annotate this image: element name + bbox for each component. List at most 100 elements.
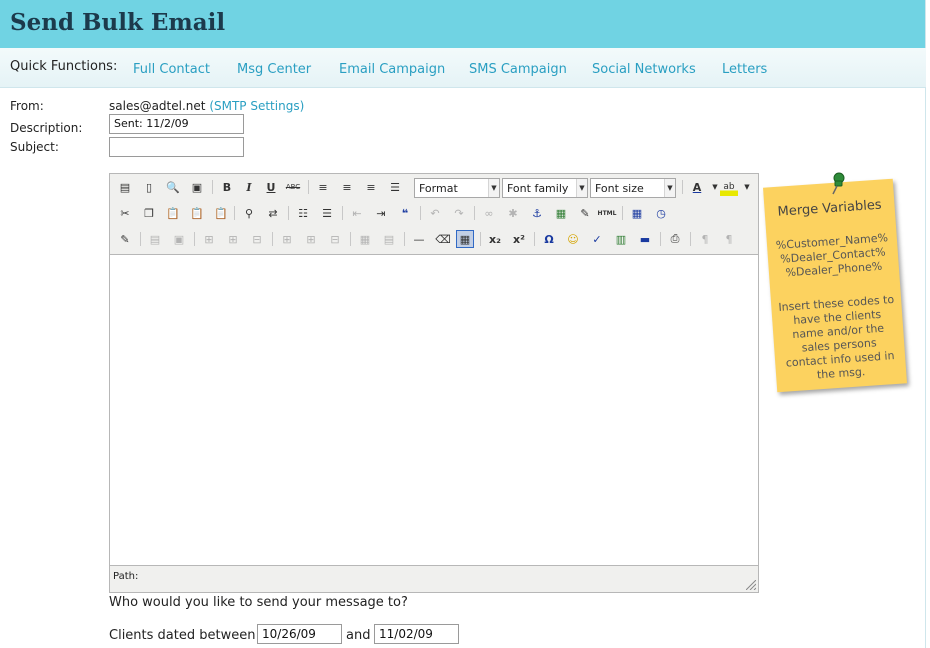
link-sms-campaign[interactable]: SMS Campaign bbox=[469, 62, 567, 77]
font-size-select[interactable]: Font size ▼ bbox=[590, 178, 676, 198]
special-char-icon[interactable]: Ω bbox=[540, 230, 558, 248]
insert-col-before-icon[interactable]: ⊞ bbox=[278, 230, 296, 248]
edit-css-icon[interactable]: ✎ bbox=[116, 230, 134, 248]
fullscreen-icon[interactable]: ▣ bbox=[188, 178, 206, 196]
clients-dated-label: Clients dated between bbox=[109, 628, 256, 643]
split-cells-icon[interactable]: ▦ bbox=[356, 230, 374, 248]
toolbar-row-1: ▤ ▯ 🔍 ▣ B I U ABC ≡ ≡ ≡ ☰ Format ▼ Font f… bbox=[114, 176, 754, 200]
right-border bbox=[925, 0, 926, 648]
link-letters[interactable]: Letters bbox=[722, 62, 767, 77]
editor-path-label: Path: bbox=[113, 571, 139, 582]
font-family-label: Font family bbox=[507, 182, 569, 195]
new-document-icon[interactable]: ▤ bbox=[116, 178, 134, 196]
note-title: Merge Variables bbox=[777, 197, 883, 220]
delete-col-icon[interactable]: ⊟ bbox=[326, 230, 344, 248]
paste-word-icon[interactable]: 📋 bbox=[212, 204, 230, 222]
toolbar-separator bbox=[682, 180, 683, 194]
note-variables: %Customer_Name% %Dealer_Contact% %Dealer… bbox=[767, 231, 900, 282]
image-icon[interactable]: ▦ bbox=[552, 204, 570, 222]
align-justify-icon[interactable]: ☰ bbox=[386, 178, 404, 196]
strikethrough-icon[interactable]: ABC bbox=[284, 178, 302, 196]
toolbar-separator bbox=[234, 206, 235, 220]
print-icon[interactable]: ⎙ bbox=[666, 230, 684, 248]
redo-icon[interactable]: ↷ bbox=[450, 204, 468, 222]
description-input[interactable]: Sent: 11/2/09 bbox=[109, 114, 244, 134]
align-right-icon[interactable]: ≡ bbox=[362, 178, 380, 196]
spellcheck-icon[interactable]: ✓ bbox=[588, 230, 606, 248]
numbered-list-icon[interactable]: ☰ bbox=[318, 204, 336, 222]
merge-cells-icon[interactable]: ▤ bbox=[380, 230, 398, 248]
page-title: Send Bulk Email bbox=[10, 9, 226, 36]
superscript-icon[interactable]: x² bbox=[510, 230, 528, 248]
toolbar-separator bbox=[308, 180, 309, 194]
replace-icon[interactable]: ⇄ bbox=[264, 204, 282, 222]
emoticon-icon[interactable]: ☺ bbox=[564, 230, 582, 248]
paste-icon[interactable]: 📋 bbox=[164, 204, 182, 222]
anchor-icon[interactable]: ⚓ bbox=[528, 204, 546, 222]
highlight-color-icon[interactable]: ab bbox=[720, 178, 738, 196]
cut-icon[interactable]: ✂ bbox=[116, 204, 134, 222]
blank-page-icon[interactable]: ▯ bbox=[140, 178, 158, 196]
highlight-dropdown-icon[interactable]: ▼ bbox=[738, 178, 756, 196]
link-email-campaign[interactable]: Email Campaign bbox=[339, 62, 445, 77]
smtp-settings-link[interactable]: (SMTP Settings) bbox=[209, 99, 304, 113]
row-properties-icon[interactable]: ▤ bbox=[146, 230, 164, 248]
bullet-list-icon[interactable]: ☷ bbox=[294, 204, 312, 222]
horizontal-rule-icon[interactable]: — bbox=[410, 230, 428, 248]
from-value: sales@adtel.net (SMTP Settings) bbox=[109, 99, 304, 113]
link-icon[interactable]: ∞ bbox=[480, 204, 498, 222]
delete-row-icon[interactable]: ⊟ bbox=[248, 230, 266, 248]
insert-date-icon[interactable]: ▦ bbox=[628, 204, 646, 222]
cleanup-icon[interactable]: ✎ bbox=[576, 204, 594, 222]
insert-layer-icon[interactable]: ▬ bbox=[636, 230, 654, 248]
and-label: and bbox=[346, 628, 371, 643]
end-date-input[interactable]: 11/02/09 bbox=[374, 624, 459, 644]
ltr-icon[interactable]: ¶ bbox=[696, 230, 714, 248]
preview-icon[interactable]: 🔍 bbox=[164, 178, 182, 196]
indent-icon[interactable]: ⇥ bbox=[372, 204, 390, 222]
insert-row-before-icon[interactable]: ⊞ bbox=[200, 230, 218, 248]
toolbar-separator bbox=[140, 232, 141, 246]
blockquote-icon[interactable]: ❝ bbox=[396, 204, 414, 222]
subscript-icon[interactable]: x₂ bbox=[486, 230, 504, 248]
outdent-icon[interactable]: ⇤ bbox=[348, 204, 366, 222]
insert-row-after-icon[interactable]: ⊞ bbox=[224, 230, 242, 248]
editor-content-area[interactable] bbox=[110, 254, 758, 566]
text-color-icon[interactable]: A bbox=[688, 178, 706, 196]
align-left-icon[interactable]: ≡ bbox=[314, 178, 332, 196]
html-source-icon[interactable]: HTML bbox=[598, 204, 617, 222]
toolbar-row-3: ✎ ▤ ▣ ⊞ ⊞ ⊟ ⊞ ⊞ ⊟ ▦ ▤ — ⌫ ▦ x₂ x² Ω ☺ ✓ … bbox=[114, 228, 754, 252]
toolbar-separator bbox=[272, 232, 273, 246]
chevron-down-icon: ▼ bbox=[664, 179, 675, 197]
rtl-icon[interactable]: ¶ bbox=[720, 230, 738, 248]
resize-handle-icon[interactable] bbox=[746, 580, 756, 590]
format-select[interactable]: Format ▼ bbox=[414, 178, 500, 198]
media-icon[interactable]: ▥ bbox=[612, 230, 630, 248]
underline-icon[interactable]: U bbox=[262, 178, 280, 196]
align-center-icon[interactable]: ≡ bbox=[338, 178, 356, 196]
paste-text-icon[interactable]: 📋 bbox=[188, 204, 206, 222]
visual-aid-icon[interactable]: ▦ bbox=[456, 230, 474, 248]
toolbar-separator bbox=[404, 232, 405, 246]
subject-input[interactable] bbox=[109, 137, 244, 157]
insert-time-icon[interactable]: ◷ bbox=[652, 204, 670, 222]
remove-format-icon[interactable]: ⌫ bbox=[434, 230, 452, 248]
link-full-contact[interactable]: Full Contact bbox=[133, 62, 210, 77]
link-msg-center[interactable]: Msg Center bbox=[237, 62, 311, 77]
font-family-select[interactable]: Font family ▼ bbox=[502, 178, 588, 198]
start-date-input[interactable]: 10/26/09 bbox=[257, 624, 342, 644]
format-select-label: Format bbox=[419, 182, 458, 195]
unlink-icon[interactable]: ✱ bbox=[504, 204, 522, 222]
copy-icon[interactable]: ❐ bbox=[140, 204, 158, 222]
link-social-networks[interactable]: Social Networks bbox=[592, 62, 696, 77]
merge-variables-note: Merge Variables %Customer_Name% %Dealer_… bbox=[763, 178, 907, 393]
insert-col-after-icon[interactable]: ⊞ bbox=[302, 230, 320, 248]
italic-icon[interactable]: I bbox=[240, 178, 258, 196]
toolbar-separator bbox=[622, 206, 623, 220]
bold-icon[interactable]: B bbox=[218, 178, 236, 196]
find-icon[interactable]: ⚲ bbox=[240, 204, 258, 222]
cell-properties-icon[interactable]: ▣ bbox=[170, 230, 188, 248]
undo-icon[interactable]: ↶ bbox=[426, 204, 444, 222]
toolbar-separator bbox=[194, 232, 195, 246]
toolbar-separator bbox=[342, 206, 343, 220]
